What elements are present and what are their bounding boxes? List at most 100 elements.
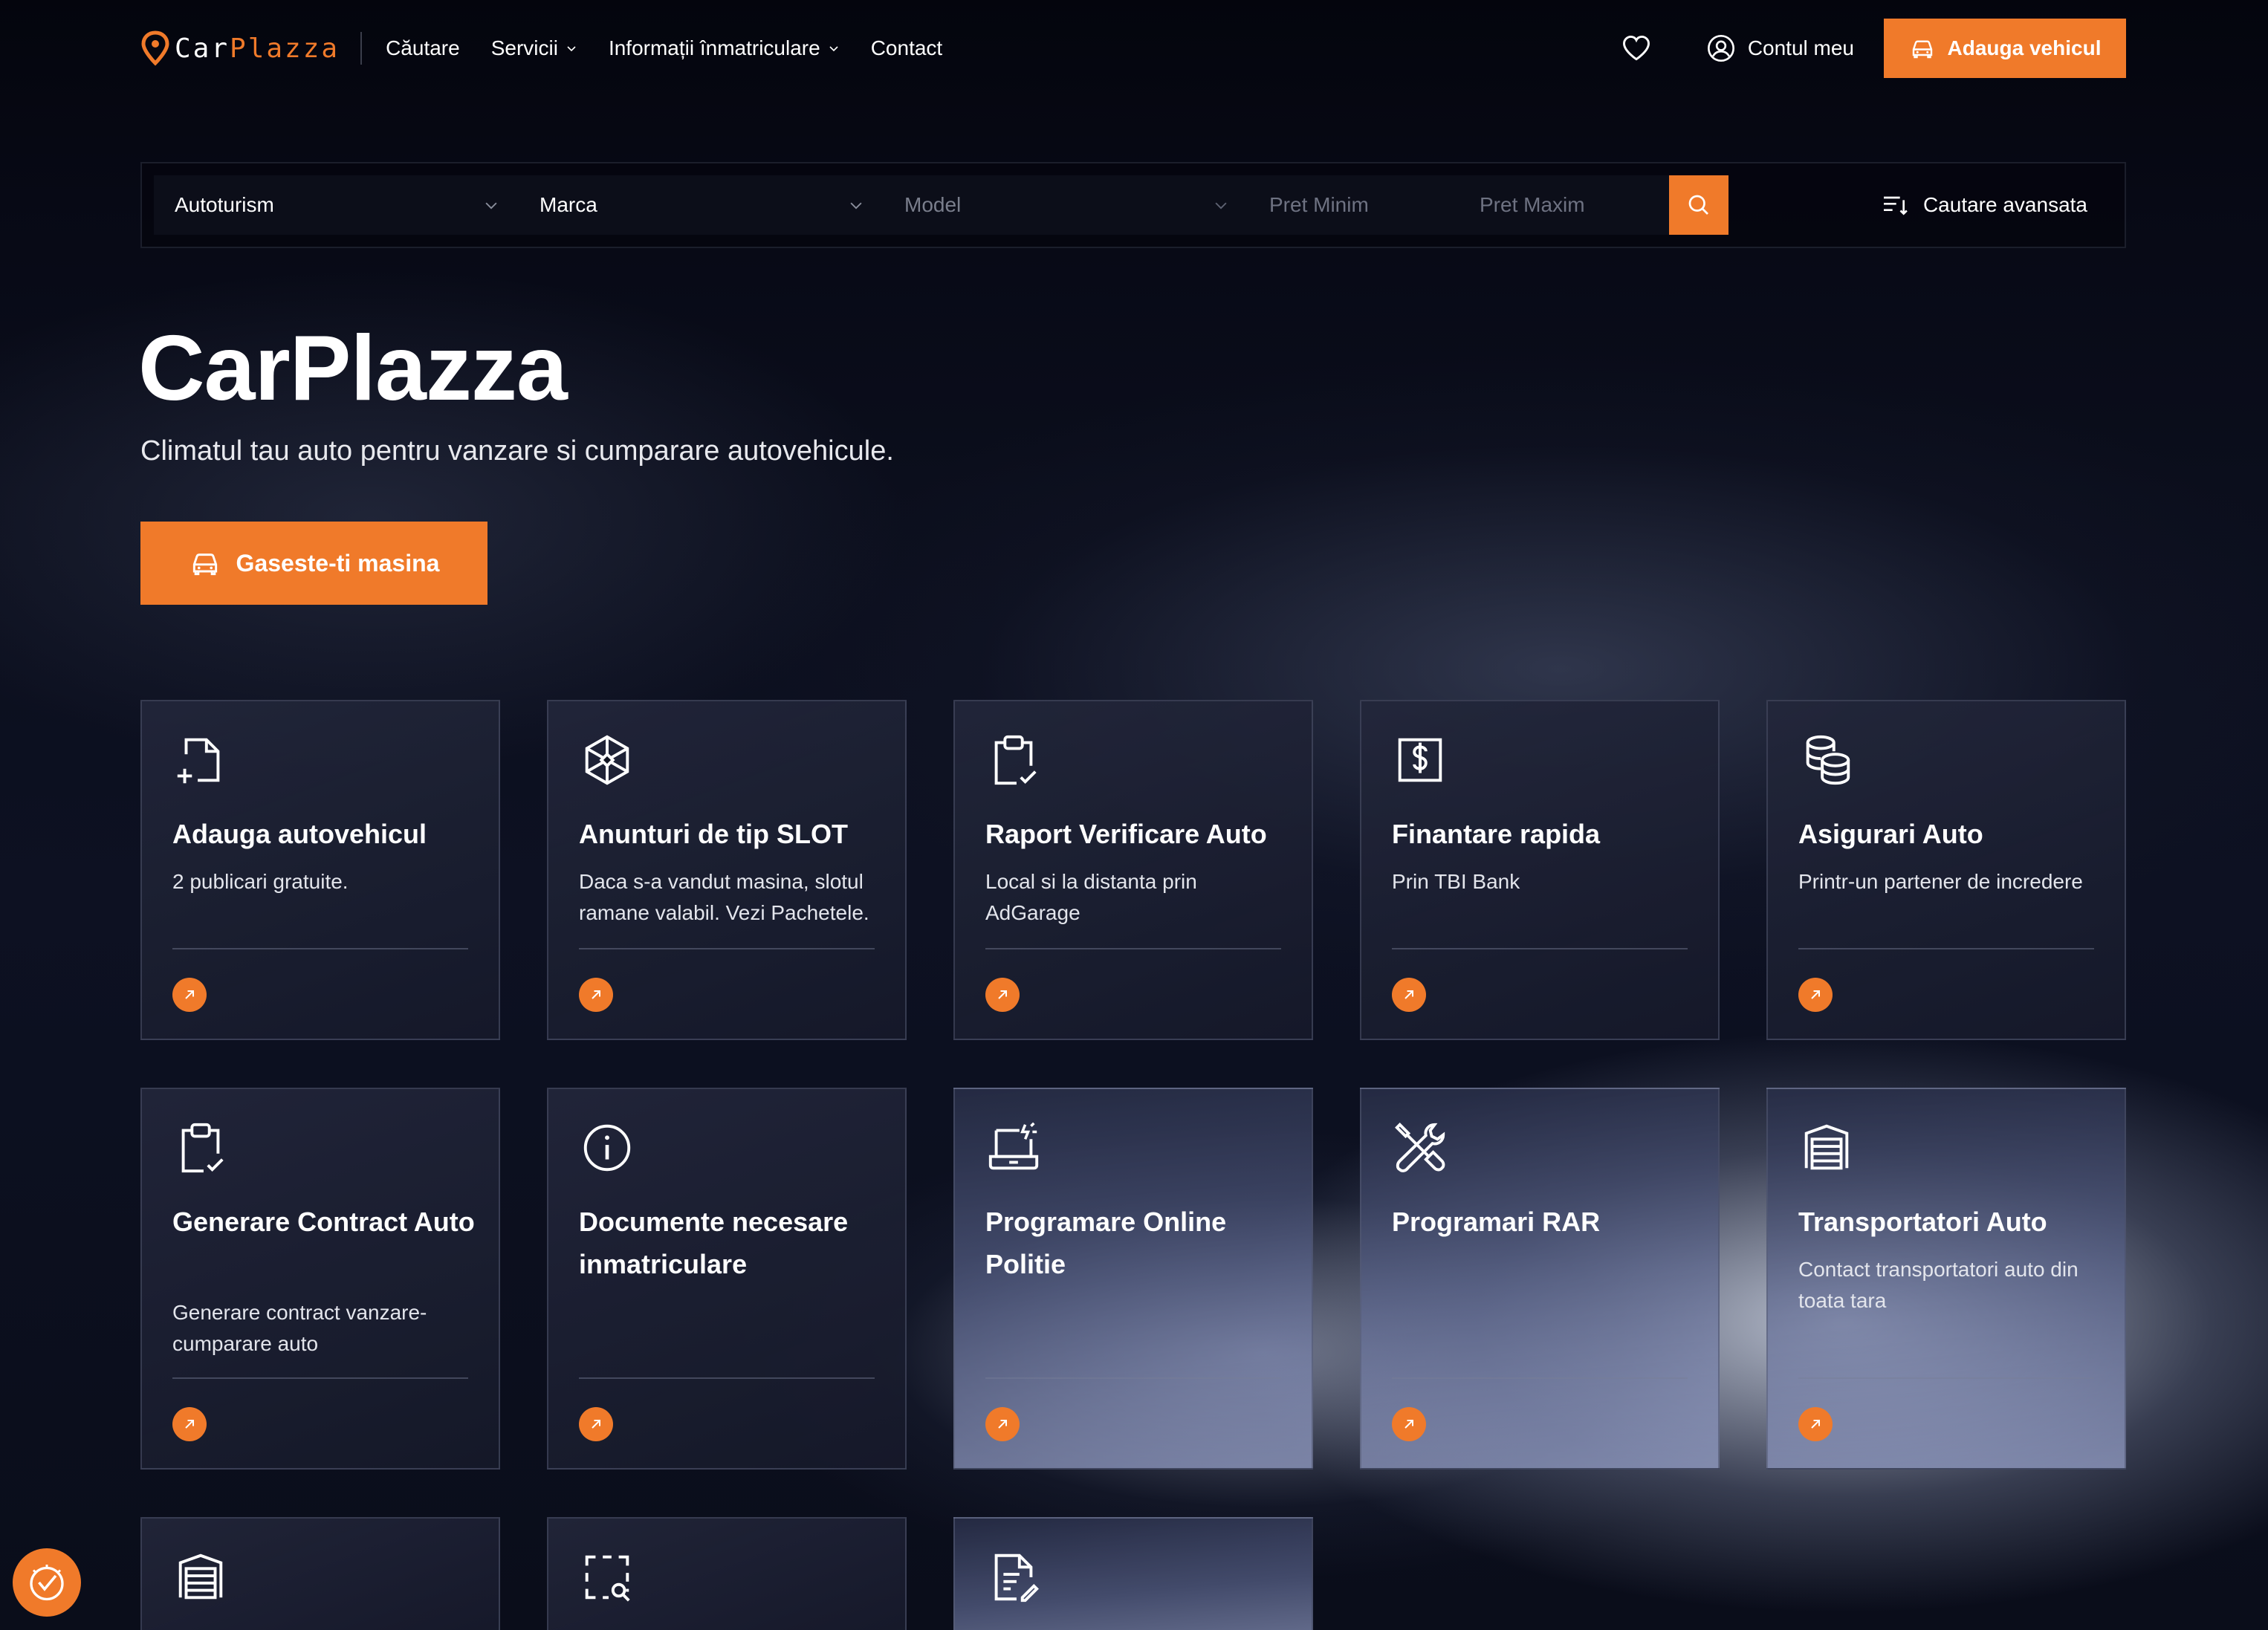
laptop-icon (988, 1122, 1039, 1170)
info-icon (583, 1124, 631, 1172)
dollar-icon (1398, 738, 1442, 782)
card-arrow-button[interactable] (985, 978, 1020, 1012)
chevron-down-icon (485, 202, 497, 210)
nav-item-contact[interactable]: Contact (871, 36, 943, 60)
card-arrow-button[interactable] (172, 978, 207, 1012)
hero-subtitle: Climatul tau auto pentru vanzare si cump… (140, 435, 894, 467)
top-header: CarPlazza Căutare Servicii Informații în… (140, 19, 2126, 78)
card-divider (579, 948, 875, 949)
price-max-input[interactable]: Pret Maxim (1459, 175, 1669, 235)
card-divider (1798, 1377, 2094, 1379)
main-nav: Căutare Servicii Informații înmatricular… (386, 36, 942, 60)
arrow-up-right-icon (592, 990, 600, 999)
card-description: Local si la distanta prin AdGarage (985, 870, 1197, 924)
advanced-search-link[interactable]: Cautare avansata (1880, 190, 2087, 220)
card-title: Raport Verificare Auto (985, 819, 1267, 849)
chevron-down-icon (1215, 202, 1227, 210)
arrow-up-right-icon (1811, 1420, 1820, 1429)
service-card-slot-ads[interactable]: Anunturi de tip SLOT Daca s-a vandut mas… (547, 700, 907, 1040)
model-select[interactable]: Model (884, 175, 1248, 235)
card-divider (1798, 948, 2094, 949)
nav-item-cautare[interactable]: Căutare (386, 36, 460, 60)
garage-icon (1804, 1124, 1849, 1170)
service-card-car-transport[interactable]: Transportatori Auto Contact transportato… (1766, 1088, 2126, 1470)
car-icon (192, 553, 217, 576)
card-title: Programari RAR (1392, 1207, 1601, 1237)
card-arrow-button[interactable] (985, 1407, 1020, 1441)
card-title: Transportatori Auto (1798, 1207, 2047, 1237)
card-arrow-button[interactable] (579, 1407, 613, 1441)
tools-icon (1395, 1123, 1445, 1172)
arrow-up-right-icon (1811, 990, 1820, 999)
card-description: Generare contract vanzare-cumparare auto (172, 1301, 427, 1355)
arrow-up-right-icon (998, 1420, 1007, 1429)
find-car-button[interactable]: Gaseste-ti masina (140, 522, 487, 605)
logo[interactable]: CarPlazza (140, 30, 340, 66)
coins-icon (1806, 735, 1850, 785)
clipboard-check-icon (181, 1123, 224, 1173)
price-min-input[interactable]: Pret Minim (1248, 175, 1459, 235)
service-card-row3-1[interactable] (140, 1517, 500, 1630)
service-card-police-appointment[interactable]: Programare Online Politie (953, 1088, 1313, 1470)
service-card-contract[interactable]: Generare Contract Auto Generare contract… (140, 1088, 500, 1470)
garage-icon (178, 1553, 223, 1600)
service-card-insurance[interactable]: Asigurari Auto Printr-un partener de inc… (1766, 700, 2126, 1040)
chevron-down-icon (829, 46, 838, 52)
service-card-financing[interactable]: Finantare rapida Prin TBI Bank (1360, 700, 1720, 1040)
card-arrow-button[interactable] (1798, 978, 1833, 1012)
arrow-up-right-icon (1404, 1420, 1413, 1429)
search-icon (1688, 195, 1708, 215)
card-description: Daca s-a vandut masina, slotul ramane va… (579, 870, 869, 924)
logo-text: CarPlazza (175, 33, 340, 64)
nav-item-informatii-inmatriculare[interactable]: Informații înmatriculare (609, 36, 840, 60)
card-title: Anunturi de tip SLOT (579, 819, 848, 849)
search-button[interactable] (1669, 175, 1728, 235)
card-title: Programare Online Politie (985, 1207, 1227, 1279)
service-card-registration-docs[interactable]: Documente necesare inmatriculare (547, 1088, 907, 1470)
card-divider (172, 948, 468, 949)
arrow-up-right-icon (185, 1420, 194, 1429)
service-card-row3-3[interactable] (953, 1517, 1313, 1630)
card-arrow-button[interactable] (1392, 978, 1426, 1012)
arrow-up-right-icon (185, 990, 194, 999)
card-title: Asigurari Auto (1798, 819, 1983, 849)
service-card-row3-2[interactable] (547, 1517, 907, 1630)
card-divider (985, 1377, 1281, 1379)
service-card-vehicle-report[interactable]: Raport Verificare Auto Local si la dista… (953, 700, 1313, 1040)
nav-item-servicii[interactable]: Servicii (491, 36, 577, 60)
account-link[interactable]: Contul meu (1706, 33, 1854, 63)
card-divider (579, 1377, 875, 1379)
card-arrow-button[interactable] (1392, 1407, 1426, 1441)
logo-divider (360, 32, 363, 65)
account-label: Contul meu (1747, 36, 1854, 59)
card-arrow-button[interactable] (1798, 1407, 1833, 1441)
card-arrow-button[interactable] (579, 978, 613, 1012)
heart-icon[interactable] (1620, 32, 1653, 65)
make-select[interactable]: Marca (519, 175, 884, 235)
accessibility-widget-button[interactable] (13, 1548, 81, 1617)
card-title: Documente necesare inmatriculare (579, 1207, 849, 1279)
location-pin-icon (141, 30, 169, 66)
card-divider (1392, 1377, 1688, 1379)
clipboard-check-icon (994, 735, 1037, 785)
arrow-up-right-icon (592, 1420, 600, 1429)
arrow-up-right-icon (1404, 990, 1413, 999)
car-icon (1912, 40, 1932, 59)
user-circle-icon (1707, 35, 1734, 62)
service-card-add-vehicle[interactable]: Adauga autovehicul 2 publicari gratuite. (140, 700, 500, 1040)
card-description: Prin TBI Bank (1392, 870, 1520, 893)
card-description: 2 publicari gratuite. (172, 870, 349, 893)
card-description: Contact transportatori auto din toata ta… (1798, 1258, 2079, 1312)
chevron-down-icon (850, 202, 862, 210)
search-bar: Autoturism Marca Model Pret Minim Pret M… (140, 162, 2126, 248)
scan-search-icon (585, 1555, 630, 1602)
card-title: Finantare rapida (1392, 819, 1601, 849)
card-title: Generare Contract Auto (172, 1207, 475, 1237)
card-arrow-button[interactable] (172, 1407, 207, 1441)
hero-title: CarPlazza (138, 317, 568, 420)
service-card-rar-appointment[interactable]: Programari RAR (1360, 1088, 1720, 1470)
category-select[interactable]: Autoturism (154, 175, 519, 235)
add-vehicle-button[interactable]: Adauga vehicul (1884, 19, 2126, 78)
card-title: Adauga autovehicul (172, 819, 427, 849)
chevron-down-icon (567, 46, 576, 52)
